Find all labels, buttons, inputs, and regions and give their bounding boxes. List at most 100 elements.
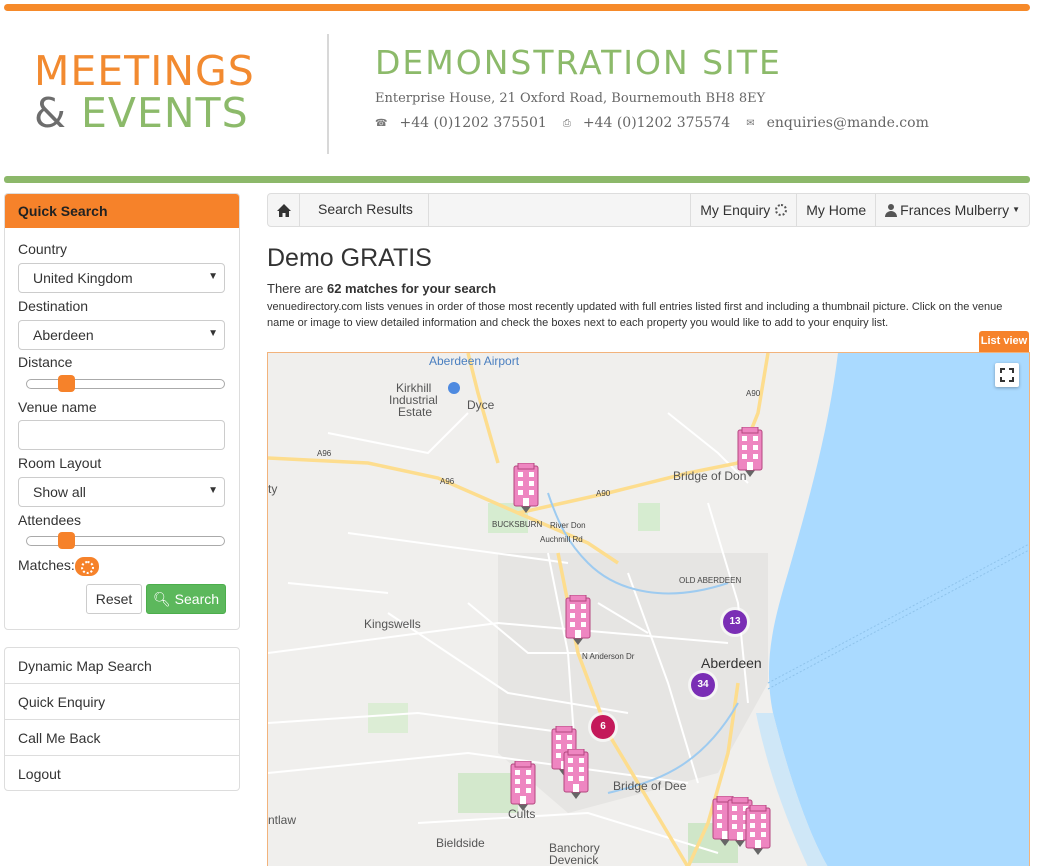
distance-slider-handle[interactable]: [58, 375, 75, 392]
map-label-a96-left: A96: [317, 449, 332, 458]
quick-search-panel: Quick Search Country United Kingdom ▼ De…: [4, 193, 240, 630]
attendees-slider-handle[interactable]: [58, 532, 75, 549]
logo-meetings[interactable]: MEETINGS: [34, 49, 255, 93]
phone-number: +44 (0)1202 375501: [399, 115, 547, 131]
spinner-icon: [775, 204, 788, 216]
logo-ampersand: &: [34, 89, 67, 137]
home-icon: [276, 203, 291, 217]
menu-dynamic-map-search[interactable]: Dynamic Map Search: [5, 648, 239, 684]
match-prefix: There are: [267, 281, 327, 296]
map-cluster[interactable]: 13: [723, 610, 747, 634]
email-icon: ✉: [746, 117, 755, 129]
user-menu[interactable]: Frances Mulberry ▼: [875, 194, 1029, 226]
match-count: There are 62 matches for your search: [267, 281, 496, 296]
site-title: DEMONSTRATION SITE: [375, 43, 782, 82]
search-button[interactable]: 🔍︎ Search: [146, 584, 226, 614]
venue-marker-icon[interactable]: [513, 463, 539, 513]
menu-logout[interactable]: Logout: [5, 756, 239, 790]
logo-events[interactable]: & EVENTS: [34, 91, 249, 135]
matches-loading-badge: [75, 557, 99, 576]
home-button[interactable]: [268, 194, 300, 226]
breadcrumb: Search Results My Enquiry My Home France…: [267, 193, 1030, 227]
user-icon: [885, 203, 898, 217]
map-cluster[interactable]: 6: [591, 715, 615, 739]
map-cluster[interactable]: 34: [691, 673, 715, 697]
country-value: United Kingdom: [33, 270, 133, 286]
airport-icon: [448, 382, 460, 394]
destination-select[interactable]: Aberdeen ▼: [18, 320, 225, 350]
top-accent-bar: [4, 4, 1030, 11]
country-label: Country: [18, 241, 68, 257]
reset-button[interactable]: Reset: [86, 584, 142, 614]
distance-label: Distance: [18, 354, 73, 370]
venue-name-input[interactable]: [18, 420, 225, 450]
header-divider: [327, 34, 329, 154]
site-address: Enterprise House, 21 Oxford Road, Bourne…: [375, 91, 766, 106]
header-bottom-bar: [4, 176, 1030, 183]
map-label-ty: ty: [268, 482, 278, 496]
caret-down-icon: ▼: [1012, 205, 1020, 214]
email-address[interactable]: enquiries@mande.com: [767, 115, 929, 131]
user-name: Frances Mulberry: [900, 202, 1010, 218]
fullscreen-icon: [1000, 368, 1014, 382]
logo-events-text: EVENTS: [81, 89, 249, 137]
fullscreen-button[interactable]: [995, 363, 1019, 387]
chevron-down-icon: ▼: [208, 271, 218, 282]
venue-name-label: Venue name: [18, 399, 97, 415]
attendees-slider[interactable]: [26, 532, 225, 549]
map-label-a90-top: A90: [746, 389, 761, 398]
map-label-bridge-of-dee: Bridge of Dee: [613, 779, 687, 793]
site-contacts: ☎ +44 (0)1202 375501 ⎙ +44 (0)1202 37557…: [375, 115, 929, 131]
page-title: Demo GRATIS: [267, 244, 432, 272]
menu-call-me-back[interactable]: Call Me Back: [5, 720, 239, 756]
map-label-estate: Estate: [398, 405, 433, 419]
map-label-auchmill: Auchmill Rd: [540, 535, 583, 544]
map-label-airport: Aberdeen Airport: [429, 354, 520, 368]
chevron-down-icon: ▼: [208, 328, 218, 339]
phone-icon: ☎: [375, 117, 388, 129]
venue-marker-icon[interactable]: [563, 749, 589, 799]
map-label-n-anderson: N Anderson Dr: [582, 652, 635, 661]
venue-marker-icon[interactable]: [745, 805, 771, 855]
results-description: venuedirectory.com lists venues in order…: [267, 301, 1003, 329]
attendees-label: Attendees: [18, 512, 82, 528]
map-label-bieldside: Bieldside: [436, 836, 485, 850]
room-layout-value: Show all: [33, 484, 86, 500]
chevron-down-icon: ▼: [208, 485, 218, 496]
distance-slider[interactable]: [26, 375, 225, 392]
search-button-label: Search: [174, 591, 220, 607]
matches-label: Matches:: [18, 557, 75, 573]
country-select[interactable]: United Kingdom ▼: [18, 263, 225, 293]
my-enquiry-link[interactable]: My Enquiry: [690, 194, 796, 226]
fax-number: +44 (0)1202 375574: [582, 115, 731, 131]
map-label-bucksburn: BUCKSBURN: [492, 520, 543, 529]
map-label-kingswells: Kingswells: [364, 617, 421, 631]
match-count-bold: 62 matches for your search: [326, 281, 497, 296]
my-home-link[interactable]: My Home: [796, 194, 875, 226]
map-label-a96-mid: A96: [440, 477, 455, 486]
fax-icon: ⎙: [562, 117, 571, 129]
map-label-devenick: Devenick: [549, 853, 599, 866]
results-map[interactable]: Aberdeen Airport Kirkhill Industrial Est…: [267, 352, 1030, 866]
list-view-button[interactable]: List view: [979, 331, 1029, 352]
venue-marker-icon[interactable]: [510, 761, 536, 811]
map-label-dyce: Dyce: [467, 398, 495, 412]
map-label-aberdeen: Aberdeen: [701, 655, 762, 671]
room-layout-select[interactable]: Show all ▼: [18, 477, 225, 507]
venue-marker-icon[interactable]: [565, 595, 591, 645]
quick-search-title: Quick Search: [5, 194, 239, 228]
map-label-ntlaw: ntlaw: [268, 813, 297, 827]
room-layout-label: Room Layout: [18, 455, 102, 471]
sidebar-menu: Dynamic Map Search Quick Enquiry Call Me…: [4, 647, 240, 791]
venue-marker-icon[interactable]: [737, 427, 763, 477]
search-icon: 🔍︎: [152, 591, 171, 607]
destination-value: Aberdeen: [33, 327, 94, 343]
my-enquiry-label: My Enquiry: [700, 202, 771, 218]
menu-quick-enquiry[interactable]: Quick Enquiry: [5, 684, 239, 720]
map-label-a90-mid: A90: [596, 489, 611, 498]
destination-label: Destination: [18, 298, 89, 314]
map-label-river-don: River Don: [550, 521, 586, 530]
map-label-bridge-of-don: Bridge of Don: [673, 469, 747, 483]
breadcrumb-search-results[interactable]: Search Results: [300, 194, 429, 226]
map-label-old-aberdeen: OLD ABERDEEN: [679, 576, 742, 585]
